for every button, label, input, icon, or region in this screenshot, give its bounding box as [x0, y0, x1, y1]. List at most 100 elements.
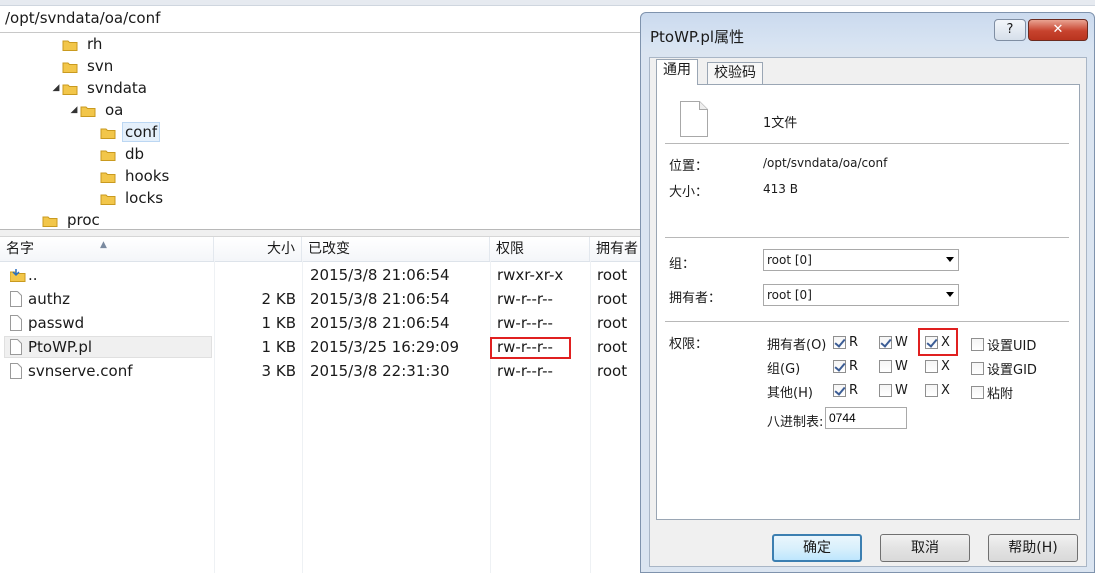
group-execute-checkbox[interactable]: X	[925, 359, 950, 374]
file-count: 1文件	[763, 116, 798, 131]
file-modified: 2015/3/8 21:06:54	[310, 314, 450, 332]
others-write-checkbox[interactable]: W	[879, 383, 908, 398]
group-perm-label: 组(G)	[767, 362, 801, 377]
dialog-client: 通用 校验码 1文件 位置： /opt/svndata/oa/conf 大小： …	[649, 57, 1087, 567]
tree-node-oa[interactable]: ◢ oa	[68, 100, 126, 120]
tree-node-hooks[interactable]: hooks	[88, 166, 172, 186]
column-size-label: 大小	[267, 241, 295, 257]
properties-dialog: PtoWP.pl属性 ? ✕ 通用 校验码 1文件 位置： /opt/svnda…	[640, 12, 1095, 573]
execute-highlight-box	[918, 328, 958, 356]
tree-node-rh[interactable]: rh	[50, 34, 105, 54]
file-modified: 2015/3/8 22:31:30	[310, 362, 450, 380]
group-write-checkbox[interactable]: W	[879, 359, 908, 374]
setuid-checkbox[interactable]: 设置UID	[971, 335, 1036, 354]
ok-button[interactable]: 确定	[772, 534, 862, 562]
others-execute-checkbox[interactable]: X	[925, 383, 950, 398]
checkbox-label: X	[941, 383, 950, 398]
column-header-name[interactable]: 名字 ▲	[0, 237, 214, 261]
tree-label: hooks	[125, 167, 170, 185]
tab-checksum[interactable]: 校验码	[707, 62, 763, 84]
owner-read-checkbox[interactable]: R	[833, 335, 858, 350]
tab-general[interactable]: 通用	[656, 59, 698, 85]
file-name: svnserve.conf	[28, 362, 133, 380]
tree-node-conf[interactable]: conf	[88, 122, 161, 142]
chevron-down-icon	[946, 257, 954, 262]
owner-perm-label: 拥有者(O)	[767, 338, 827, 353]
group-select[interactable]: root [0]	[763, 249, 959, 271]
tree-node-locks[interactable]: locks	[88, 188, 166, 208]
sticky-checkbox[interactable]: 粘附	[971, 383, 1013, 402]
column-header-size[interactable]: 大小	[214, 237, 302, 261]
parent-folder-icon	[9, 267, 26, 283]
location-label: 位置：	[669, 159, 709, 174]
divider	[665, 321, 1069, 323]
tree-label: locks	[125, 189, 164, 207]
octal-label: 八进制表:	[767, 415, 824, 430]
table-row[interactable]: svnserve.conf 3 KB 2015/3/8 22:31:30 rw-…	[0, 360, 640, 382]
chevron-down-icon	[946, 292, 954, 297]
folder-icon	[62, 82, 78, 95]
file-list: 名字 ▲ 大小 已改变 权限 拥有者 .. 2015/3/8 21:06:54 …	[0, 237, 640, 573]
checkbox-box	[971, 338, 984, 351]
cancel-button[interactable]: 取消	[880, 534, 970, 562]
sort-ascending-icon: ▲	[100, 240, 107, 250]
file-permissions: rw-r--r--	[497, 362, 553, 380]
owner-select[interactable]: root [0]	[763, 284, 959, 306]
divider	[665, 237, 1069, 239]
list-header: 名字 ▲ 大小 已改变 权限 拥有者	[0, 237, 640, 262]
tree-node-svndata[interactable]: ◢ svndata	[50, 78, 150, 98]
table-row[interactable]: authz 2 KB 2015/3/8 21:06:54 rw-r--r-- r…	[0, 288, 640, 310]
file-owner: root	[597, 338, 628, 356]
file-modified: 2015/3/8 21:06:54	[310, 290, 450, 308]
owner-write-checkbox[interactable]: W	[879, 335, 908, 350]
file-name: PtoWP.pl	[28, 338, 93, 356]
tree-node-proc[interactable]: proc	[30, 210, 103, 230]
owner-select-value: root [0]	[767, 288, 812, 302]
size-value: 413 B	[763, 182, 798, 196]
octal-input[interactable]	[825, 407, 907, 429]
checkbox-label: R	[849, 335, 859, 350]
file-modified: 2015/3/8 21:06:54	[310, 266, 450, 284]
tree-label: svndata	[87, 79, 147, 97]
directory-tree: rh svn ◢ svndata ◢ oa conf db hooks lock…	[0, 33, 640, 229]
column-name-label: 名字	[6, 241, 34, 257]
group-read-checkbox[interactable]: R	[833, 359, 858, 374]
checkbox-label: 设置GID	[987, 363, 1037, 378]
file-icon	[10, 339, 22, 355]
expanded-arrow-icon[interactable]: ◢	[68, 105, 80, 115]
help-title-button[interactable]: ?	[994, 19, 1026, 41]
file-name: ..	[28, 266, 38, 284]
tree-label: db	[125, 145, 145, 163]
close-button[interactable]: ✕	[1028, 19, 1088, 41]
others-perm-label: 其他(H)	[767, 386, 813, 401]
path-bar[interactable]: /opt/svndata/oa/conf	[0, 6, 640, 33]
expanded-arrow-icon[interactable]: ◢	[50, 83, 62, 93]
tree-node-db[interactable]: db	[88, 144, 147, 164]
tree-label: oa	[105, 101, 124, 119]
file-icon	[10, 315, 22, 331]
column-header-owner[interactable]: 拥有者	[590, 237, 640, 261]
column-header-modified[interactable]: 已改变	[302, 237, 490, 261]
file-size: 1 KB	[261, 314, 296, 332]
table-row[interactable]: .. 2015/3/8 21:06:54 rwxr-xr-x root	[0, 264, 640, 286]
pane-splitter[interactable]	[0, 229, 640, 237]
help-button[interactable]: 帮助(H)	[988, 534, 1078, 562]
column-header-permissions[interactable]: 权限	[490, 237, 590, 261]
general-panel: 1文件 位置： /opt/svndata/oa/conf 大小： 413 B 组…	[656, 84, 1080, 520]
checkbox-box	[925, 360, 938, 373]
file-owner: root	[597, 314, 628, 332]
table-row[interactable]: passwd 1 KB 2015/3/8 21:06:54 rw-r--r-- …	[0, 312, 640, 334]
others-read-checkbox[interactable]: R	[833, 383, 858, 398]
folder-icon	[80, 104, 96, 117]
setgid-checkbox[interactable]: 设置GID	[971, 359, 1037, 378]
file-permissions: rw-r--r--	[497, 314, 553, 332]
owner-label: 拥有者：	[669, 291, 722, 306]
group-label: 组：	[669, 257, 696, 272]
checkbox-label: W	[895, 383, 908, 398]
column-owner-label: 拥有者	[596, 241, 638, 257]
checkbox-label: R	[849, 359, 859, 374]
tree-node-svn[interactable]: svn	[50, 56, 116, 76]
file-permissions: rw-r--r--	[497, 290, 553, 308]
file-size: 2 KB	[261, 290, 296, 308]
size-label: 大小：	[669, 185, 709, 200]
